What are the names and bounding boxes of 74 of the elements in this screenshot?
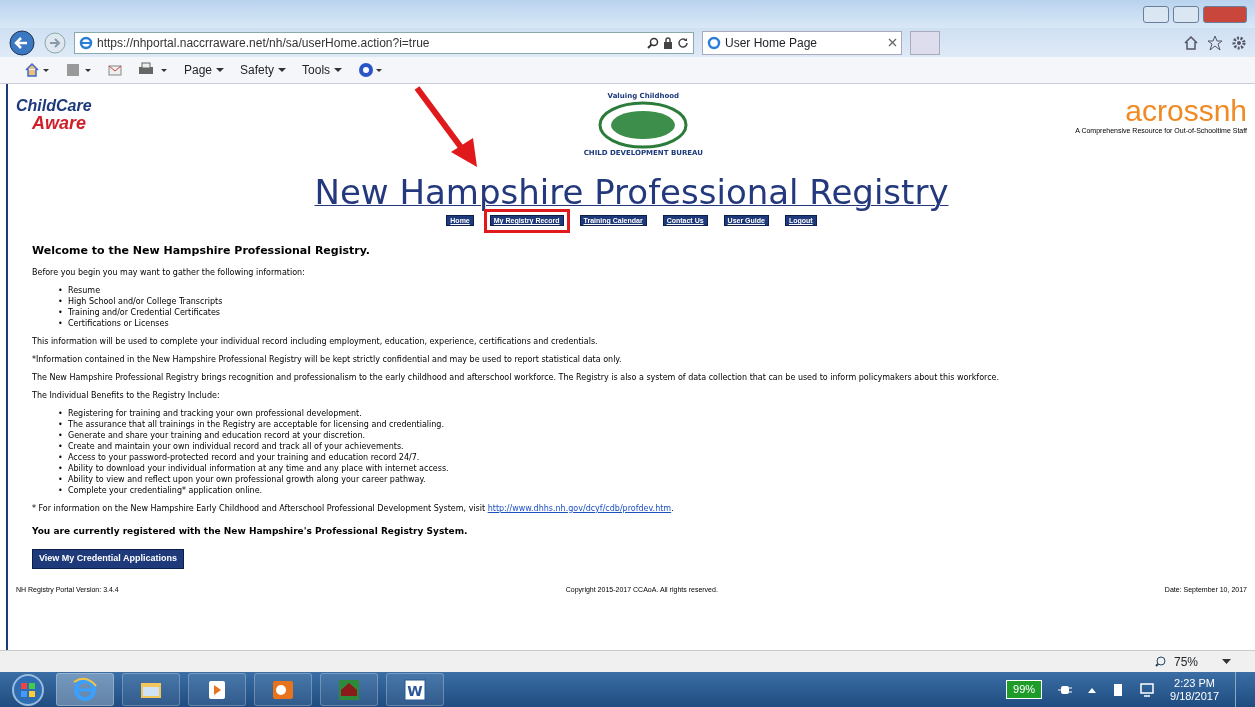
caret-icon xyxy=(334,67,343,73)
zoom-icon xyxy=(1154,656,1166,667)
page-title: New Hampshire Professional Registry xyxy=(314,172,949,212)
footnote-text: * For information on the New Hampshire Early Childhood and Afterschool Professional Development System, visit http://www.dhhs.nh.gov/dcyf/cdb/profdev.htm. xyxy=(32,502,675,514)
list-item: Access to your password-protected record and your training and education record 24/7. xyxy=(68,452,420,462)
close-button[interactable] xyxy=(1203,5,1247,23)
device-icon xyxy=(1112,682,1125,697)
back-button[interactable] xyxy=(8,29,36,56)
plug-icon xyxy=(1058,683,1073,696)
list-item: Ability to download your individual information at any time and any place with internet access. xyxy=(68,463,449,473)
maximize-button[interactable] xyxy=(1173,5,1199,23)
paragraph: This information will be used to complete your individual record including employment, education, experience, certifications and credentials. xyxy=(32,335,599,347)
list-item: Ability to view and reflect upon your own professional growth along your career pathway. xyxy=(68,474,426,484)
minimize-button[interactable] xyxy=(1143,5,1169,23)
welcome-heading: Welcome to the New Hampshire Professional Registry. xyxy=(32,243,372,260)
taskbar-button[interactable] xyxy=(188,673,246,706)
star-icon[interactable] xyxy=(1207,34,1223,51)
bullet: • xyxy=(58,473,64,485)
paragraph: *Information contained in the New Hampshire Professional Registry will be kept strictly confidential and may be used to report statistical data only. xyxy=(32,353,623,365)
list-item: Training and/or Credential Certificates xyxy=(68,307,221,317)
list-item: Generate and share your training and education record at your discretion. xyxy=(68,430,366,440)
view-credential-applications-button[interactable]: View My Credential Applications xyxy=(32,549,185,569)
battery-indicator: 99% xyxy=(1006,680,1043,699)
intro-text: Before you begin you may want to gather the following information: xyxy=(32,266,306,278)
lock-icon xyxy=(663,36,673,49)
close-icon[interactable] xyxy=(888,38,897,47)
list-item: Resume xyxy=(68,285,101,295)
bullet: • xyxy=(58,440,64,452)
mail-icon[interactable] xyxy=(108,64,122,76)
caret-up-icon[interactable] xyxy=(1088,686,1097,693)
caret-icon xyxy=(216,67,225,73)
help-icon[interactable] xyxy=(358,62,385,78)
paragraph: The Individual Benefits to the Registry Include: xyxy=(32,389,221,401)
list-item: Create and maintain your own individual record and track all of your achievements. xyxy=(68,441,404,451)
registered-notice: You are currently registered with the New Hampshire's Professional Registry System. xyxy=(32,524,469,538)
menu-button[interactable]: Page xyxy=(184,61,225,79)
childcare-aware-logo: ChildCare Aware xyxy=(16,96,92,132)
list-item: Complete your credentialing* application online. xyxy=(68,485,263,495)
bullet: • xyxy=(58,295,64,307)
clock-time: 2:23 PM xyxy=(1173,676,1216,690)
home-icon[interactable] xyxy=(1183,34,1199,51)
taskbar-button[interactable] xyxy=(320,673,378,706)
taskbar-button[interactable] xyxy=(254,673,312,706)
list-item: High School and/or College Transcripts xyxy=(68,296,223,306)
list-item: Certifications or Licenses xyxy=(68,318,169,328)
zoom-level[interactable]: 75% xyxy=(1173,652,1198,671)
browser-tab[interactable]: User Home Page xyxy=(702,30,902,55)
caret-icon xyxy=(278,67,287,73)
monitor-icon xyxy=(1140,682,1155,697)
taskbar-button[interactable]: W xyxy=(386,673,444,706)
bullet: • xyxy=(58,451,64,463)
list-item: Registering for training and tracking your own professional development. xyxy=(68,408,362,418)
settings-icon[interactable] xyxy=(1231,34,1247,51)
taskbar-button[interactable] xyxy=(122,673,180,706)
bullet: • xyxy=(58,484,64,496)
clock-date: 9/18/2017 xyxy=(1170,689,1219,703)
refresh-icon[interactable] xyxy=(677,36,689,49)
bullet: • xyxy=(58,429,64,441)
menu-button[interactable]: Tools xyxy=(302,61,343,79)
bullet: • xyxy=(58,462,64,474)
bullet: • xyxy=(58,284,64,296)
paragraph: The New Hampshire Professional Registry brings recognition and professionalism to the early childhood and afterschool workforce. The Registry is also a system of data collection that can be used to inform policymakers about this workforce. xyxy=(32,371,1001,383)
list-item: The assurance that all trainings in the Registry are acceptable for licensing and credentialing. xyxy=(68,419,444,429)
bullet: • xyxy=(58,317,64,329)
browser-icon xyxy=(71,675,99,704)
dropdown-caret-icon[interactable] xyxy=(1222,658,1231,665)
menu-button[interactable]: Safety xyxy=(240,61,287,79)
tab-title: User Home Page xyxy=(725,34,819,52)
bullet: • xyxy=(58,306,64,318)
address-bar[interactable]: https://nhportal.naccrraware.net/nh/sa/userHome.action?i=true xyxy=(74,31,694,54)
home-icon[interactable] xyxy=(24,62,50,78)
bullet: • xyxy=(58,407,64,419)
search-icon[interactable] xyxy=(647,36,659,49)
bullet: • xyxy=(58,418,64,430)
